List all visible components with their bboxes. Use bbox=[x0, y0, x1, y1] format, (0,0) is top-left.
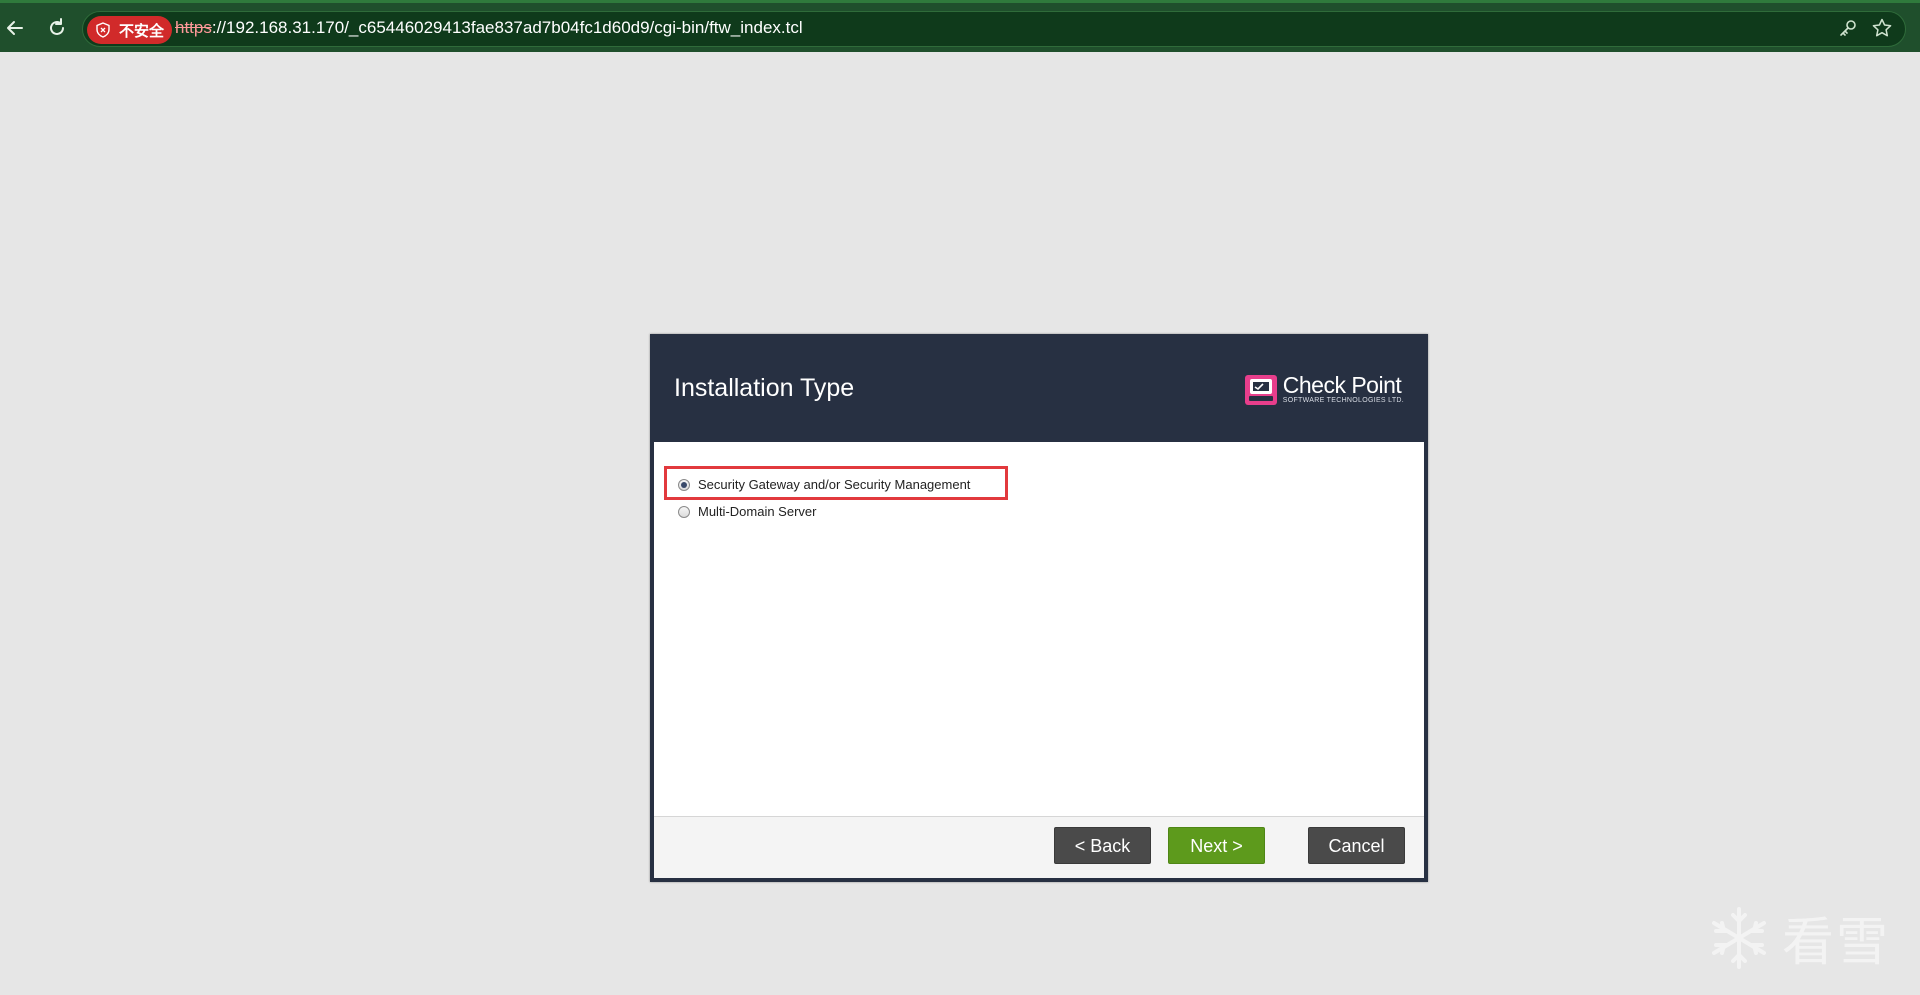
radio-security-gateway[interactable] bbox=[678, 478, 690, 491]
url-text[interactable]: https://192.168.31.170/_c65446029413fae8… bbox=[175, 18, 803, 38]
cancel-button[interactable]: Cancel bbox=[1308, 827, 1405, 864]
dialog-title: Installation Type bbox=[674, 374, 855, 402]
check-point-logo: Check Point SOFTWARE TECHNOLOGIES LTD. bbox=[1244, 372, 1404, 405]
watermark-text: 看雪 bbox=[1782, 913, 1891, 973]
back-button[interactable]: < Back bbox=[1054, 827, 1151, 864]
star-icon[interactable] bbox=[1869, 17, 1895, 43]
dialog-body: Security Gateway and/or Security Managem… bbox=[654, 442, 1424, 816]
option-label: Security Gateway and/or Security Managem… bbox=[698, 477, 971, 492]
not-secure-badge[interactable]: 不安全 bbox=[87, 16, 173, 44]
logo-subtitle: SOFTWARE TECHNOLOGIES LTD. bbox=[1282, 397, 1404, 404]
next-button[interactable]: Next > bbox=[1168, 827, 1265, 864]
check-point-logo-icon bbox=[1244, 374, 1277, 405]
dialog-footer: < Back Next > Cancel bbox=[654, 816, 1424, 878]
browser-toolbar: 不安全 https://192.168.31.170/_c65446029413… bbox=[0, 0, 1920, 52]
option-multi-domain-server[interactable]: Multi-Domain Server bbox=[678, 504, 816, 519]
shield-icon bbox=[96, 22, 110, 38]
url-scheme: https bbox=[175, 18, 212, 37]
dialog-header: Installation Type Check Point SOFTWARE T… bbox=[654, 338, 1424, 442]
address-bar[interactable]: 不安全 https://192.168.31.170/_c65446029413… bbox=[82, 11, 1906, 47]
key-icon[interactable] bbox=[1835, 17, 1861, 43]
logo-name: Check Point bbox=[1282, 372, 1402, 398]
snowflake-icon bbox=[1712, 906, 1766, 969]
not-secure-label: 不安全 bbox=[119, 21, 165, 40]
radio-multi-domain-server[interactable] bbox=[678, 505, 690, 518]
option-security-gateway[interactable]: Security Gateway and/or Security Managem… bbox=[678, 477, 970, 492]
url-path: ://192.168.31.170/_c65446029413fae837ad7… bbox=[211, 18, 803, 37]
back-arrow-icon[interactable] bbox=[2, 15, 28, 41]
option-label: Multi-Domain Server bbox=[698, 504, 817, 519]
installation-type-dialog: Installation Type Check Point SOFTWARE T… bbox=[650, 334, 1428, 882]
watermark: 看雪 bbox=[1706, 900, 1890, 975]
reload-icon[interactable] bbox=[44, 15, 70, 41]
